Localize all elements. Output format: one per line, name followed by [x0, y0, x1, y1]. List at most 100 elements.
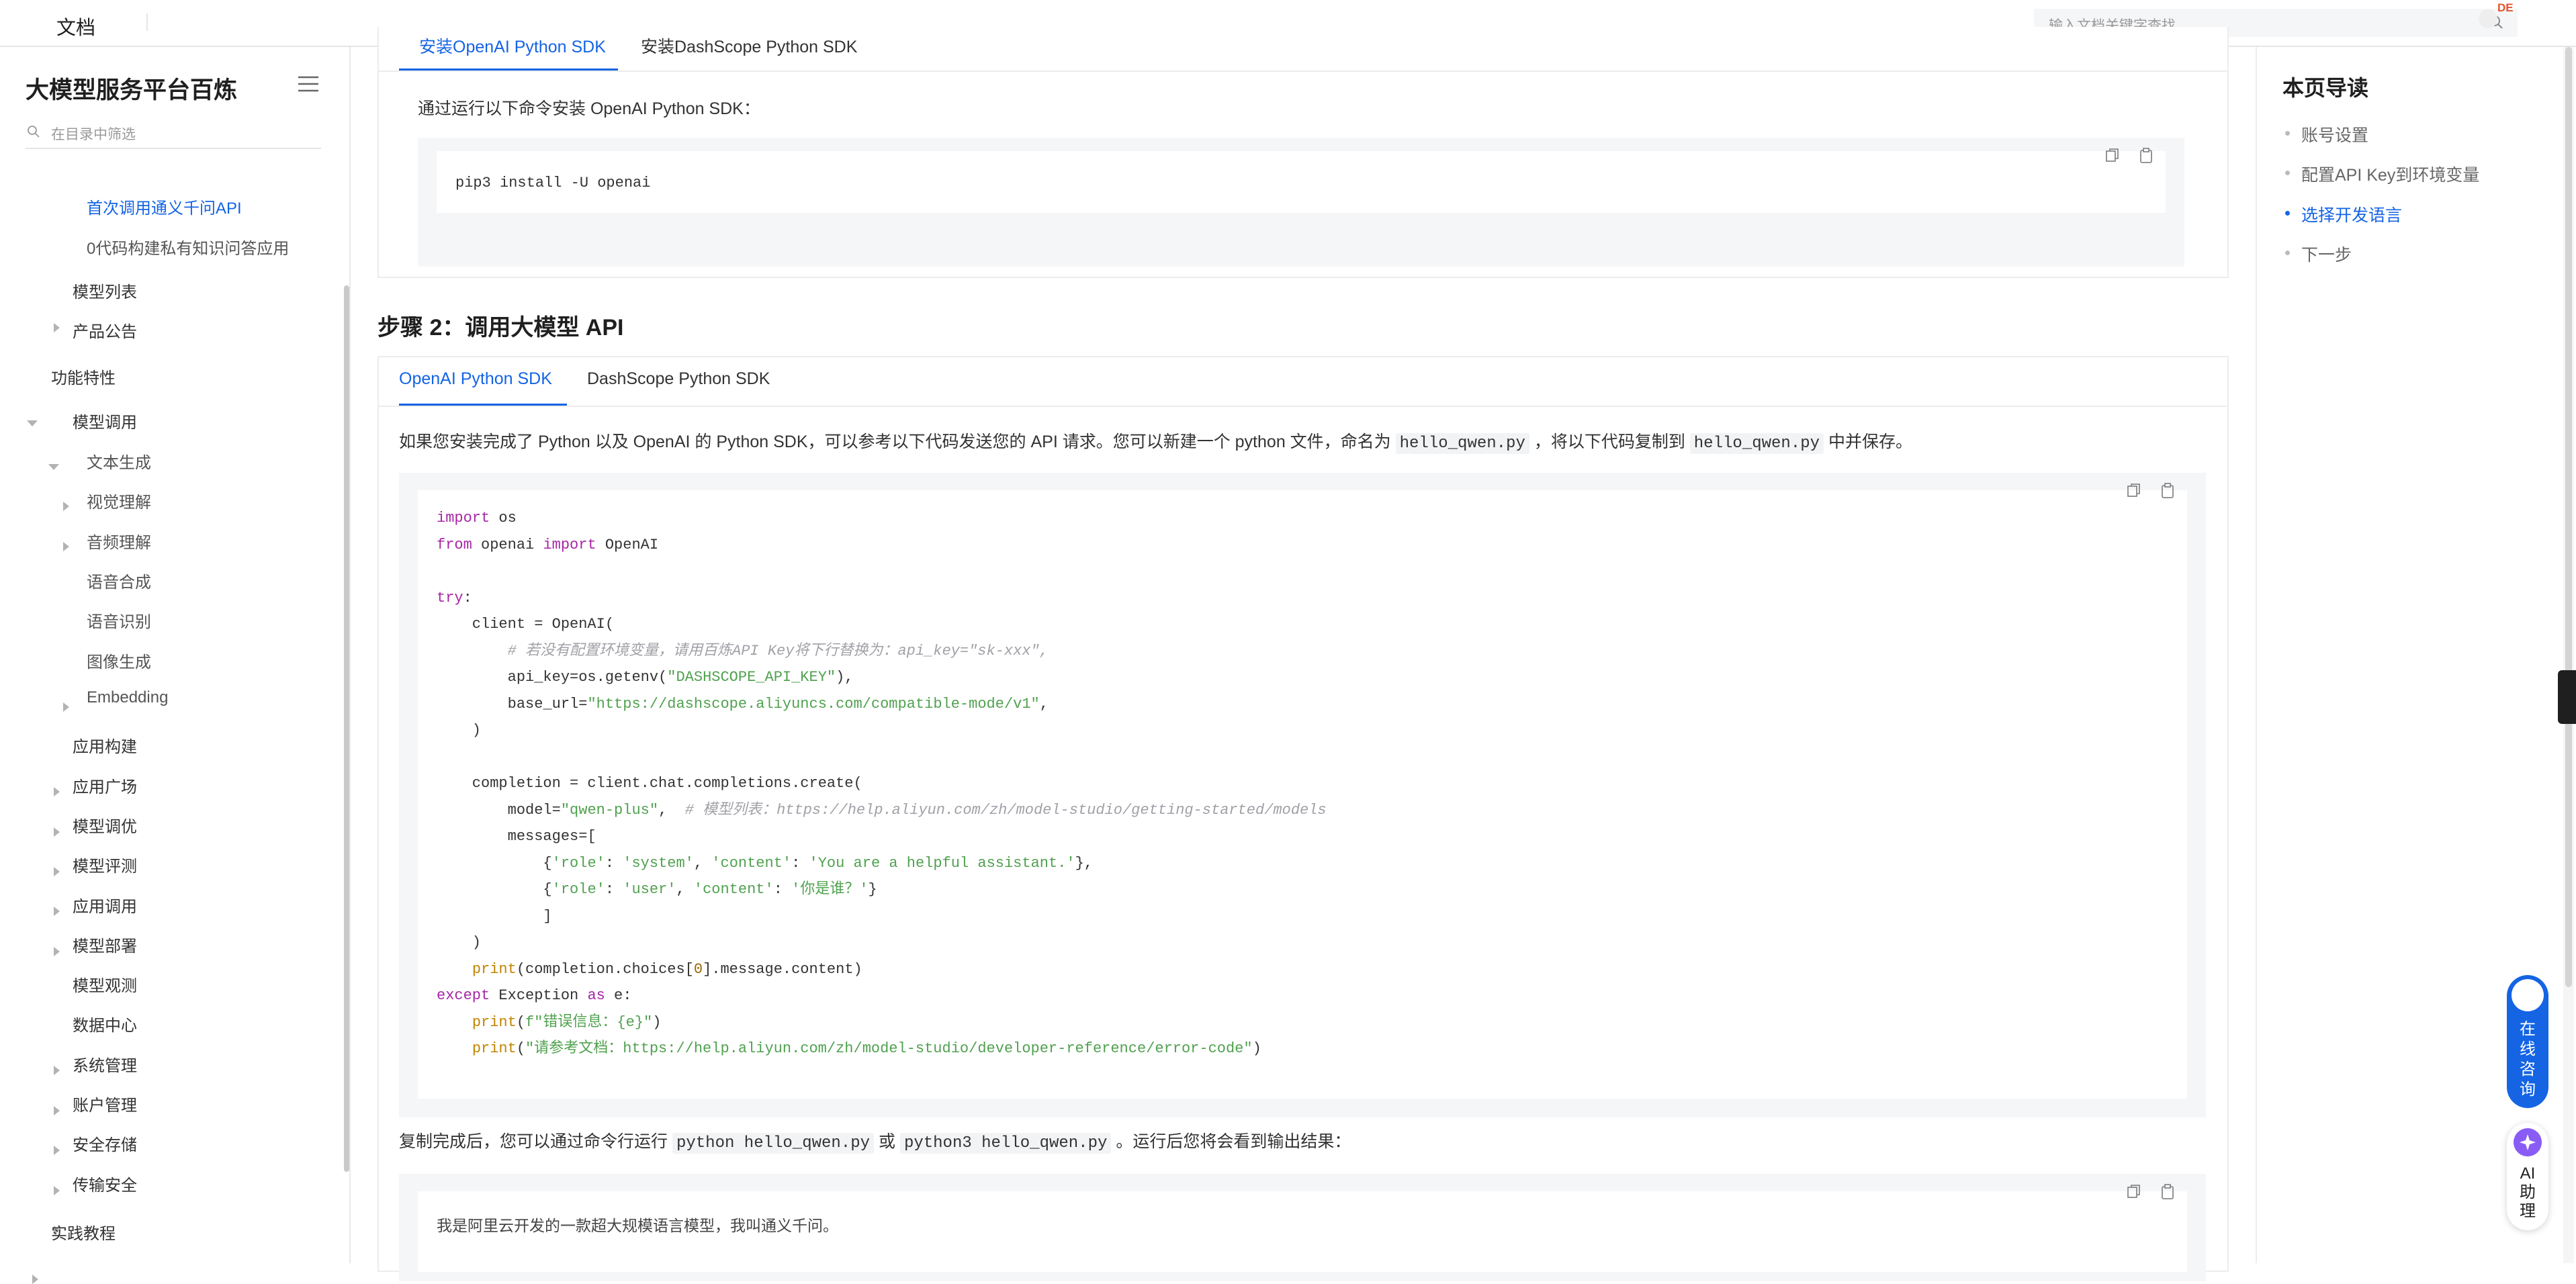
toc-dot — [2285, 171, 2290, 175]
toc-item-api-key[interactable]: 配置API Key到环境变量 — [2301, 162, 2479, 186]
tab-install-dashscope[interactable]: 安装DashScope Python SDK — [641, 34, 857, 58]
sidebar-item-secure-storage[interactable]: 安全存储 — [73, 1132, 137, 1155]
feedback-side-tab[interactable] — [2558, 670, 2576, 724]
install-sdk-block: 安装OpenAI Python SDK 安装DashScope Python S… — [377, 27, 2229, 278]
agent-avatar-icon — [2512, 979, 2544, 1011]
sidebar-item-transport-security[interactable]: 传输安全 — [73, 1172, 137, 1195]
sidebar-item-model-invoke[interactable]: 模型调用 — [73, 409, 137, 432]
sidebar-item-zero-code-kb[interactable]: 0代码构建私有知识问答应用 — [87, 235, 289, 259]
sidebar-item-observe[interactable]: 模型观测 — [73, 972, 137, 996]
sidebar-item-vision[interactable]: 视觉理解 — [87, 489, 151, 512]
sidebar-item-data-center[interactable]: 数据中心 — [73, 1012, 137, 1036]
sidebar-item-features[interactable]: 功能特性 — [51, 365, 116, 388]
step2-intro: 如果您安装完成了 Python 以及 OpenAI 的 Python SDK，可… — [399, 428, 1912, 454]
step2-heading: 步骤 2：调用大模型 API — [377, 315, 624, 340]
tab-divider — [379, 71, 2227, 72]
install-desc: 通过运行以下命令安装 OpenAI Python SDK： — [418, 99, 760, 118]
sidebar-item-first-call-qwen[interactable]: 首次调用通义千问API — [87, 195, 242, 218]
after-text-3: 。运行后您将会看到输出结果： — [1116, 1132, 1351, 1151]
filter-search-icon — [28, 126, 40, 138]
python-code[interactable]: import os from openai import OpenAI try:… — [437, 505, 1327, 1062]
tab-openai-sdk[interactable]: OpenAI Python SDK — [399, 369, 552, 389]
sidebar-item-tts[interactable]: 语音合成 — [87, 569, 151, 592]
expand-caret-icon[interactable] — [32, 1275, 38, 1284]
page-scrollbar[interactable] — [2563, 47, 2574, 1263]
copy-icon[interactable] — [2125, 482, 2143, 500]
user-avatar[interactable] — [2479, 9, 2497, 28]
expand-caret-icon[interactable] — [54, 1186, 60, 1195]
toc-divider — [2256, 47, 2257, 1263]
sidebar-item-announcements[interactable]: 产品公告 — [73, 318, 137, 342]
clipboard-icon[interactable] — [2159, 482, 2176, 500]
expand-caret-icon[interactable] — [54, 1146, 60, 1155]
sidebar-item-account-admin[interactable]: 账户管理 — [73, 1092, 137, 1115]
sidebar-item-app-plaza[interactable]: 应用广场 — [73, 774, 137, 797]
sidebar-item-eval[interactable]: 模型评测 — [73, 853, 137, 876]
sidebar-item-audio-understanding[interactable]: 音频理解 — [87, 529, 151, 553]
inline-code-filename: hello_qwen.py — [1395, 433, 1529, 454]
inline-code-run-cmd: python hello_qwen.py — [672, 1133, 875, 1154]
expand-caret-icon[interactable] — [54, 947, 60, 956]
sidebar-item-image-gen[interactable]: 图像生成 — [87, 649, 151, 672]
expand-caret-icon[interactable] — [63, 702, 69, 712]
expand-caret-icon[interactable] — [54, 907, 60, 916]
copy-icon[interactable] — [2125, 1183, 2143, 1201]
expand-caret-icon[interactable] — [63, 542, 69, 551]
toc-dot — [2285, 250, 2290, 255]
sidebar-item-embedding[interactable]: Embedding — [87, 688, 168, 707]
install-code-inner — [437, 151, 2166, 213]
tab-dashscope-sdk[interactable]: DashScope Python SDK — [587, 369, 770, 389]
ai-sparkle-icon — [2514, 1128, 2542, 1156]
menu-icon[interactable] — [298, 75, 318, 93]
sidebar-item-model-list[interactable]: 模型列表 — [73, 279, 137, 302]
docs-brand[interactable]: 文档 — [56, 12, 95, 40]
sidebar-item-app-build[interactable]: 应用构建 — [73, 733, 137, 757]
intro-text-1: 如果您安装完成了 Python 以及 OpenAI 的 Python SDK，可… — [399, 432, 1391, 451]
sidebar-filter-placeholder: 在目录中筛选 — [51, 127, 136, 142]
expand-caret-icon[interactable] — [54, 1066, 60, 1075]
intro-text-3: 中并保存。 — [1828, 432, 1912, 451]
sidebar-title: 大模型服务平台百炼 — [26, 77, 238, 103]
collapse-caret-icon[interactable] — [27, 420, 38, 426]
online-consult-label: 在线咨询 — [2520, 1020, 2536, 1099]
toc-title: 本页导读 — [2282, 76, 2369, 100]
sidebar-item-text-gen[interactable]: 文本生成 — [87, 449, 151, 473]
sidebar-item-deploy[interactable]: 模型部署 — [73, 933, 137, 956]
expand-caret-icon[interactable] — [54, 787, 60, 796]
tab-install-openai[interactable]: 安装OpenAI Python SDK — [419, 34, 606, 58]
ai-assistant-button[interactable]: AI 助理 — [2507, 1123, 2548, 1230]
sidebar-item-app-invoke[interactable]: 应用调用 — [73, 893, 137, 917]
toc-item-next[interactable]: 下一步 — [2301, 242, 2352, 266]
clipboard-icon[interactable] — [2159, 1183, 2176, 1201]
expand-caret-icon[interactable] — [54, 827, 60, 837]
toc-item-language[interactable]: 选择开发语言 — [2301, 202, 2402, 226]
install-command[interactable]: pip3 install -U openai — [455, 170, 650, 197]
step2-after: 复制完成后，您可以通过命令行运行 python hello_qwen.py 或 … — [399, 1128, 1351, 1154]
intro-text-2: ，将以下代码复制到 — [1534, 432, 1685, 451]
step2-block: OpenAI Python SDK DashScope Python SDK 如… — [377, 356, 2229, 1281]
clipboard-icon[interactable] — [2137, 147, 2155, 165]
sidebar-item-system-admin[interactable]: 系统管理 — [73, 1052, 137, 1076]
expand-caret-icon[interactable] — [54, 1106, 60, 1115]
toc-item-account[interactable]: 账号设置 — [2301, 122, 2368, 146]
output-text: 我是阿里云开发的一款超大规模语言模型，我叫通义千问。 — [437, 1218, 838, 1234]
toc-dot — [2285, 131, 2290, 136]
install-code-block: pip3 install -U openai — [418, 138, 2184, 267]
sidebar-item-asr[interactable]: 语音识别 — [87, 608, 151, 632]
copy-icon[interactable] — [2104, 147, 2121, 165]
expand-caret-icon[interactable] — [54, 323, 60, 332]
expand-caret-icon[interactable] — [63, 502, 69, 511]
sidebar: 大模型服务平台百炼 在目录中筛选 首次调用通义千问API 0代码构建私有知识问答… — [0, 47, 351, 1284]
tab-divider — [379, 406, 2227, 407]
collapse-caret-icon[interactable] — [48, 464, 59, 470]
sidebar-scrollbar[interactable] — [344, 285, 349, 1172]
sidebar-filter-input[interactable]: 在目录中筛选 — [26, 121, 321, 149]
sidebar-item-fine-tune[interactable]: 模型调优 — [73, 813, 137, 837]
lang-badge[interactable]: DE — [2497, 1, 2514, 15]
expand-caret-icon[interactable] — [54, 867, 60, 876]
page-scroll-thumb[interactable] — [2565, 47, 2572, 987]
online-consult-button[interactable]: 在线咨询 — [2507, 975, 2548, 1108]
output-block: 我是阿里云开发的一款超大规模语言模型，我叫通义千问。 — [399, 1174, 2206, 1281]
python-code-block: import os from openai import OpenAI try:… — [399, 473, 2206, 1117]
sidebar-item-tutorials[interactable]: 实践教程 — [51, 1220, 116, 1244]
